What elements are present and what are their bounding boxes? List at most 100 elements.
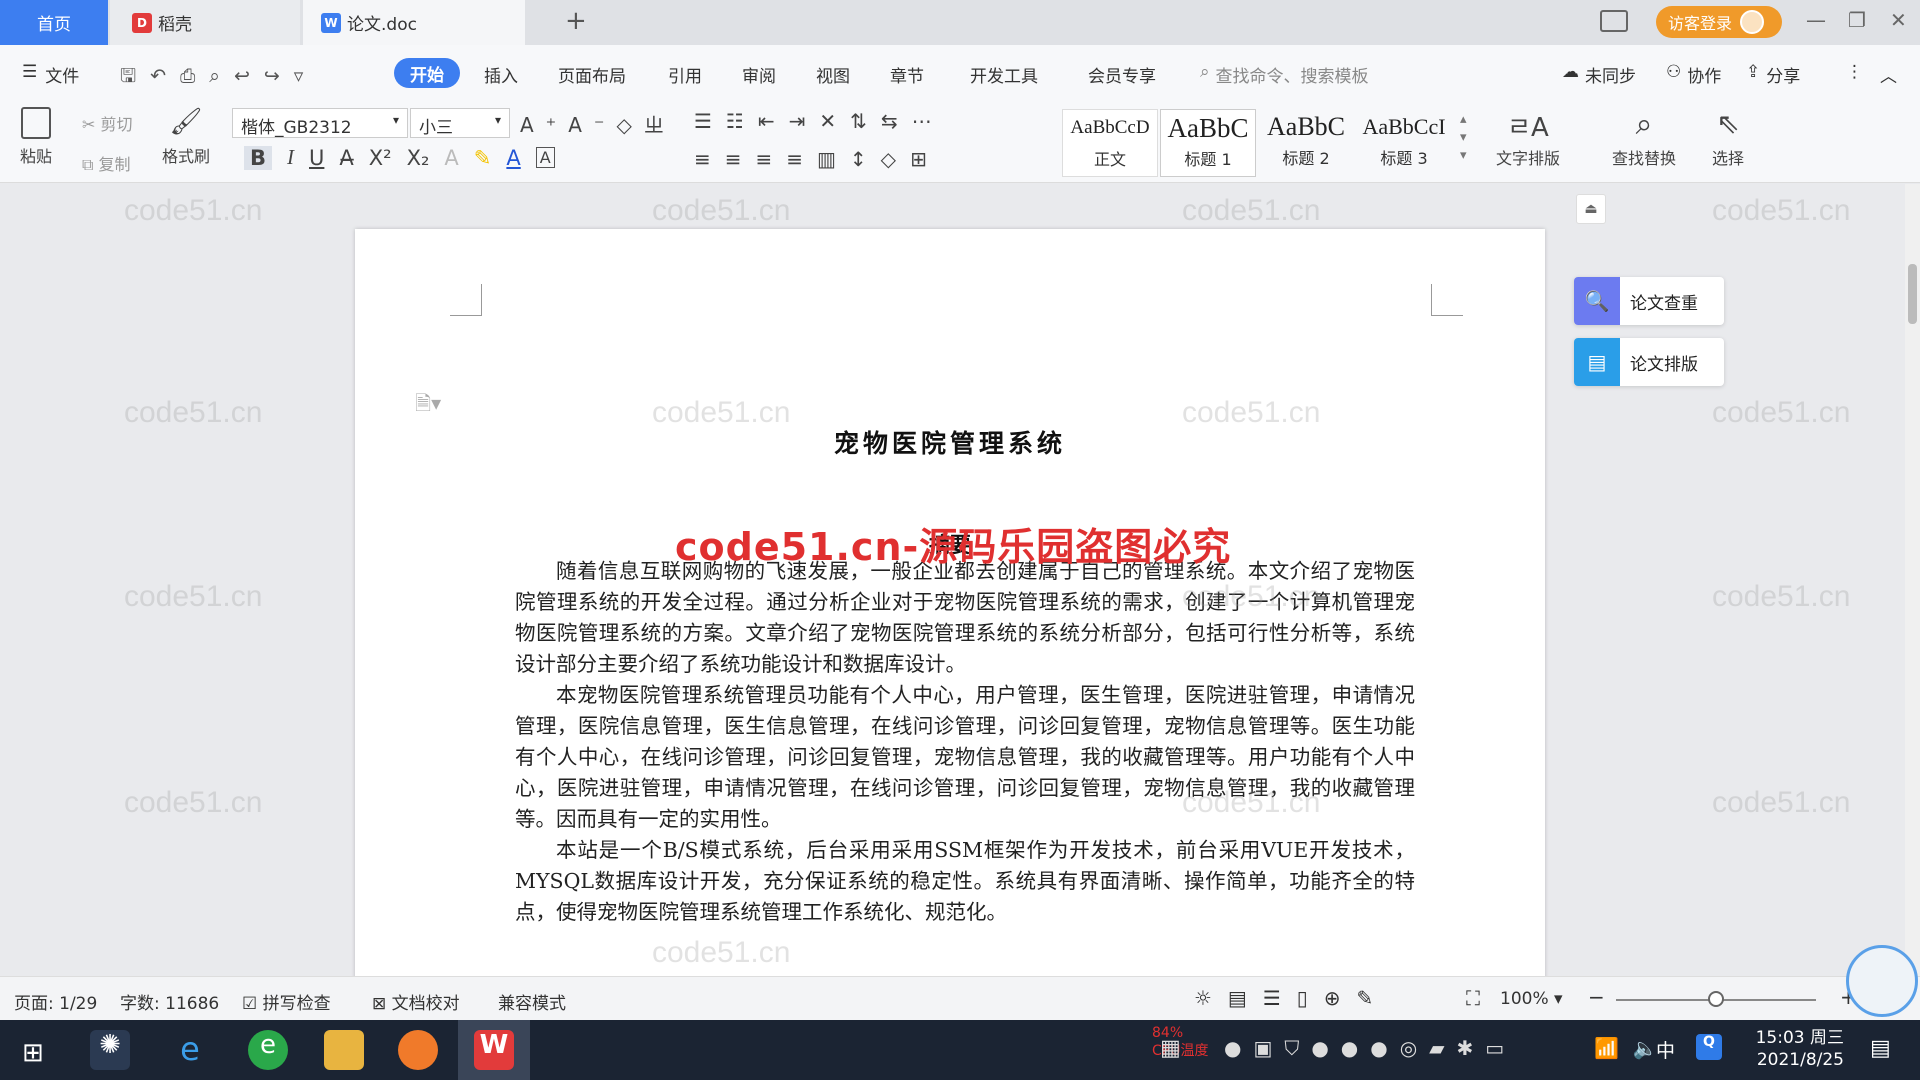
style-heading-3-label: 标题 3 <box>1380 149 1428 168</box>
zoom-level[interactable]: 100% ▾ <box>1500 989 1563 1009</box>
superscript-button[interactable]: X² <box>369 146 392 170</box>
style-heading-1[interactable]: AaBbC 标题 1 <box>1160 109 1256 177</box>
tab-daoke-label: 稻壳 <box>158 15 192 35</box>
input-method-icon[interactable]: Q <box>1696 1034 1722 1060</box>
highlight-icon[interactable]: ✎ <box>474 146 492 170</box>
scroll-thumb[interactable] <box>1908 264 1917 324</box>
paste-button[interactable]: 粘贴 <box>20 107 52 167</box>
page-indicator[interactable]: 页面: 1/29 <box>14 989 97 1014</box>
style-scroll-icons[interactable]: ▴ ▾ ▾ <box>1460 111 1467 165</box>
paragraph-icons-row1[interactable]: ☰☷⇤⇥✕⇅⇆⋯ <box>694 109 946 133</box>
tab-view[interactable]: 视图 <box>816 62 850 87</box>
pinwheel-app-icon[interactable]: ✺ <box>90 1030 130 1070</box>
italic-button[interactable]: I <box>287 145 294 170</box>
bold-button[interactable]: B <box>244 145 273 170</box>
collab-button[interactable]: ⚇ 协作 <box>1666 62 1721 87</box>
minimize-icon[interactable]: — <box>1806 8 1826 32</box>
zoom-slider-handle[interactable] <box>1708 991 1724 1007</box>
select-button[interactable]: ⇖ 选择 <box>1712 107 1744 169</box>
menu-bar: ☰ 文件 🖫↶⎙⌕↩↪▿ 开始 插入 页面布局 引用 审阅 视图 章节 开发工具… <box>0 45 1920 103</box>
document-title: 宠物医院管理系统 <box>833 429 1066 458</box>
strikethrough-button[interactable]: A̶ <box>339 146 353 170</box>
paste-label: 粘贴 <box>20 147 53 166</box>
tab-member[interactable]: 会员专享 <box>1088 62 1156 87</box>
paper-layout-button[interactable]: ▤ 论文排版 <box>1574 338 1724 386</box>
layout-toggle-icon[interactable] <box>1600 10 1628 32</box>
tab-dev-tools[interactable]: 开发工具 <box>970 62 1038 87</box>
tab-daoke[interactable]: D 稻壳 <box>110 0 300 45</box>
tab-references[interactable]: 引用 <box>668 62 702 87</box>
abstract-body[interactable]: 随着信息互联网购物的飞速发展，一般企业都去创建属于自己的管理系统。本文介绍了宠物… <box>515 556 1415 928</box>
doc-structure-icon[interactable]: 🗎▾ <box>415 389 441 423</box>
format-painter-button[interactable]: 🖌 格式刷 <box>162 107 210 167</box>
view-mode-icons[interactable]: ☼▤☰▯⊕✎ <box>1194 986 1389 1010</box>
tab-document[interactable]: W 论文.doc <box>303 0 525 45</box>
cut-button[interactable]: ✂ 剪切 <box>82 111 133 135</box>
text-layout-button[interactable]: ㄹA 文字排版 <box>1496 107 1560 169</box>
tab-start[interactable]: 开始 <box>394 58 460 88</box>
ie-browser-icon[interactable]: e <box>170 1030 210 1070</box>
alignment-icons[interactable]: ≡≡≡≡▥↕◇⊞ <box>694 147 941 171</box>
login-label: 访客登录 <box>1668 14 1733 33</box>
assistant-avatar[interactable] <box>1846 945 1918 1017</box>
zoom-out-icon[interactable]: − <box>1588 985 1605 1009</box>
style-heading-3[interactable]: AaBbCcI 标题 3 <box>1356 109 1452 177</box>
site-watermark: code51.cn <box>124 580 263 613</box>
copy-button[interactable]: ⧉ 复制 <box>82 151 131 175</box>
char-border-button[interactable]: A <box>535 147 555 168</box>
tab-page-layout[interactable]: 页面布局 <box>558 62 626 87</box>
clock-time: 15:03 周三 <box>1755 1028 1844 1048</box>
fit-page-icon[interactable]: ⛶ <box>1466 986 1480 1010</box>
more-icon[interactable]: ⋮ <box>1846 62 1863 82</box>
document-area[interactable]: 🗎▾ 宠物医院管理系统 摘要 随着信息互联网购物的飞速发展，一般企业都去创建属于… <box>0 184 1905 976</box>
proofread-label: 文档校对 <box>391 994 460 1014</box>
cut-label: 剪切 <box>100 115 133 134</box>
tray-icons[interactable]: ●▣⛉●●●◎▰✱▭ <box>1224 1036 1516 1060</box>
wps-taskbar-item[interactable]: W <box>458 1020 530 1080</box>
file-menu[interactable]: ☰ 文件 <box>22 62 79 87</box>
paper-check-button[interactable]: 🔍 论文查重 <box>1574 277 1724 325</box>
subscript-button[interactable]: X₂ <box>407 146 430 170</box>
font-size-select[interactable]: 小三 ▾ <box>410 108 510 138</box>
windows-start-icon[interactable]: ⊞ <box>22 1038 44 1068</box>
word-count[interactable]: 字数: 11686 <box>120 989 219 1014</box>
style-normal[interactable]: AaBbCcD 正文 <box>1062 109 1158 177</box>
sync-button[interactable]: ☁ 未同步 <box>1562 62 1636 87</box>
document-page[interactable]: 🗎▾ 宠物医院管理系统 摘要 随着信息互联网购物的飞速发展，一般企业都去创建属于… <box>355 229 1545 976</box>
style-heading-2[interactable]: AaBbC 标题 2 <box>1258 109 1354 177</box>
command-search[interactable]: ⌕ 查找命令、搜索模板 <box>1200 62 1369 87</box>
site-watermark: code51.cn <box>1712 580 1851 613</box>
proofread-button[interactable]: ⊠ 文档校对 <box>372 989 460 1014</box>
copy-icon: ⧉ <box>82 155 99 174</box>
text-effect-button[interactable]: A <box>444 146 458 170</box>
new-tab-button[interactable]: + <box>565 6 587 36</box>
spell-check-label: 拼写检查 <box>262 994 331 1014</box>
select-label: 选择 <box>1712 149 1745 168</box>
vertical-scrollbar[interactable] <box>1905 184 1920 976</box>
daoke-icon: D <box>132 12 152 33</box>
keyboard-icon[interactable]: ▦ <box>1160 1036 1181 1061</box>
font-color-button[interactable]: A <box>506 146 520 170</box>
clock[interactable]: 15:03 周三 2021/8/25 <box>1756 1027 1844 1071</box>
quick-access-icons[interactable]: 🖫↶⎙⌕↩↪▿ <box>120 62 317 94</box>
file-explorer-icon[interactable] <box>324 1030 364 1070</box>
collapse-panel-icon[interactable]: ⏏ <box>1576 194 1606 224</box>
collapse-ribbon-icon[interactable]: ︿ <box>1880 62 1897 87</box>
tab-home[interactable]: 首页 <box>0 0 108 45</box>
spell-check-button[interactable]: ☑ 拼写检查 <box>242 989 331 1014</box>
tab-review[interactable]: 审阅 <box>742 62 776 87</box>
share-button[interactable]: ⇪ 分享 <box>1746 62 1800 87</box>
game-app-icon[interactable] <box>398 1030 438 1070</box>
login-button[interactable]: 访客登录 <box>1656 6 1782 38</box>
close-icon[interactable]: ✕ <box>1890 8 1907 32</box>
tab-insert[interactable]: 插入 <box>484 62 518 87</box>
browser-360-icon[interactable]: e <box>248 1030 288 1070</box>
font-adjust-icons[interactable]: A⁺A⁻◇ㄓ <box>520 109 676 138</box>
restore-icon[interactable]: ❐ <box>1848 8 1866 32</box>
notification-icon[interactable]: ▤ <box>1870 1036 1891 1061</box>
font-name-select[interactable]: 楷体_GB2312 ▾ <box>232 108 408 138</box>
tab-chapter[interactable]: 章节 <box>890 62 924 87</box>
underline-button[interactable]: U <box>309 146 324 170</box>
find-replace-button[interactable]: ⌕ 查找替换 <box>1612 107 1676 169</box>
ime-indicator[interactable]: 中 <box>1656 1036 1675 1063</box>
